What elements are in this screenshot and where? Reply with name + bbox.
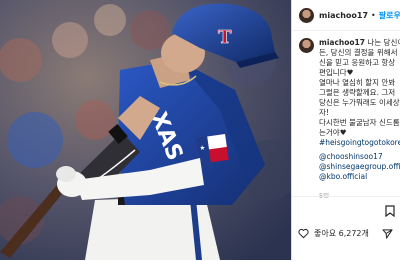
- caption-line: 다시한번 불굴남자 신드롬: [319, 118, 400, 127]
- avatar[interactable]: [299, 7, 314, 23]
- mention-link[interactable]: @shinsegaegroup.official: [319, 162, 400, 172]
- follow-button[interactable]: 팔로우: [379, 10, 400, 21]
- helmet-logo: T: [218, 27, 232, 48]
- heart-icon[interactable]: [298, 228, 309, 239]
- header-username[interactable]: miachoo17: [319, 11, 368, 20]
- caption-line: 편입니다♥: [319, 68, 354, 77]
- caption-line: 자!: [319, 108, 329, 117]
- like-count[interactable]: 좋아요 6,272개: [314, 228, 369, 239]
- share-icon[interactable]: [382, 228, 393, 239]
- caption-line: 는거야♥: [319, 128, 347, 137]
- post-photo[interactable]: XAS T: [0, 0, 291, 260]
- caption-row: miachoo17 나는 당신이 든, 당신의 결정을 위해서 신을 믿고 응원…: [292, 38, 400, 182]
- instagram-post: XAS T miachoo17 • 팔로우 miachoo17 나는 당신 든,…: [0, 0, 400, 260]
- caption-line: 나는 당신이: [367, 38, 400, 47]
- caption-avatar[interactable]: [299, 38, 314, 53]
- caption-username[interactable]: miachoo17: [319, 38, 365, 47]
- mention-link[interactable]: @chooshinsoo17: [319, 152, 400, 162]
- caption-line: 당신은 누가뭐래도 이세상: [319, 98, 400, 107]
- caption-line: 신을 믿고 응원하고 항상: [319, 58, 396, 67]
- mention-link[interactable]: @kbo.official: [319, 172, 400, 182]
- caption-area: miachoo17 나는 당신이 든, 당신의 결정을 위해서 신을 믿고 응원…: [292, 38, 400, 198]
- post-header: miachoo17 • 팔로우: [292, 0, 400, 31]
- caption-text: miachoo17 나는 당신이 든, 당신의 결정을 위해서 신을 믿고 응원…: [319, 38, 400, 182]
- post-sidebar: miachoo17 • 팔로우 miachoo17 나는 당신이 든, 당신의 …: [291, 0, 400, 260]
- hashtag-link[interactable]: #heisgoingtogotokorea: [319, 138, 400, 148]
- header-separator: •: [371, 10, 376, 20]
- baseball-player-image: XAS T: [0, 0, 291, 260]
- bookmark-icon[interactable]: [385, 205, 395, 217]
- action-bar: 좋아요 6,272개: [298, 228, 369, 239]
- caption-line-first: miachoo17 나는 당신이: [319, 38, 400, 48]
- caption-line: 든, 당신의 결정을 위해서: [319, 48, 398, 57]
- caption-line: 열마나 열심히 할지 안봐: [319, 78, 396, 87]
- caption-line: 그럴은 생략할께요. 그저: [319, 88, 396, 97]
